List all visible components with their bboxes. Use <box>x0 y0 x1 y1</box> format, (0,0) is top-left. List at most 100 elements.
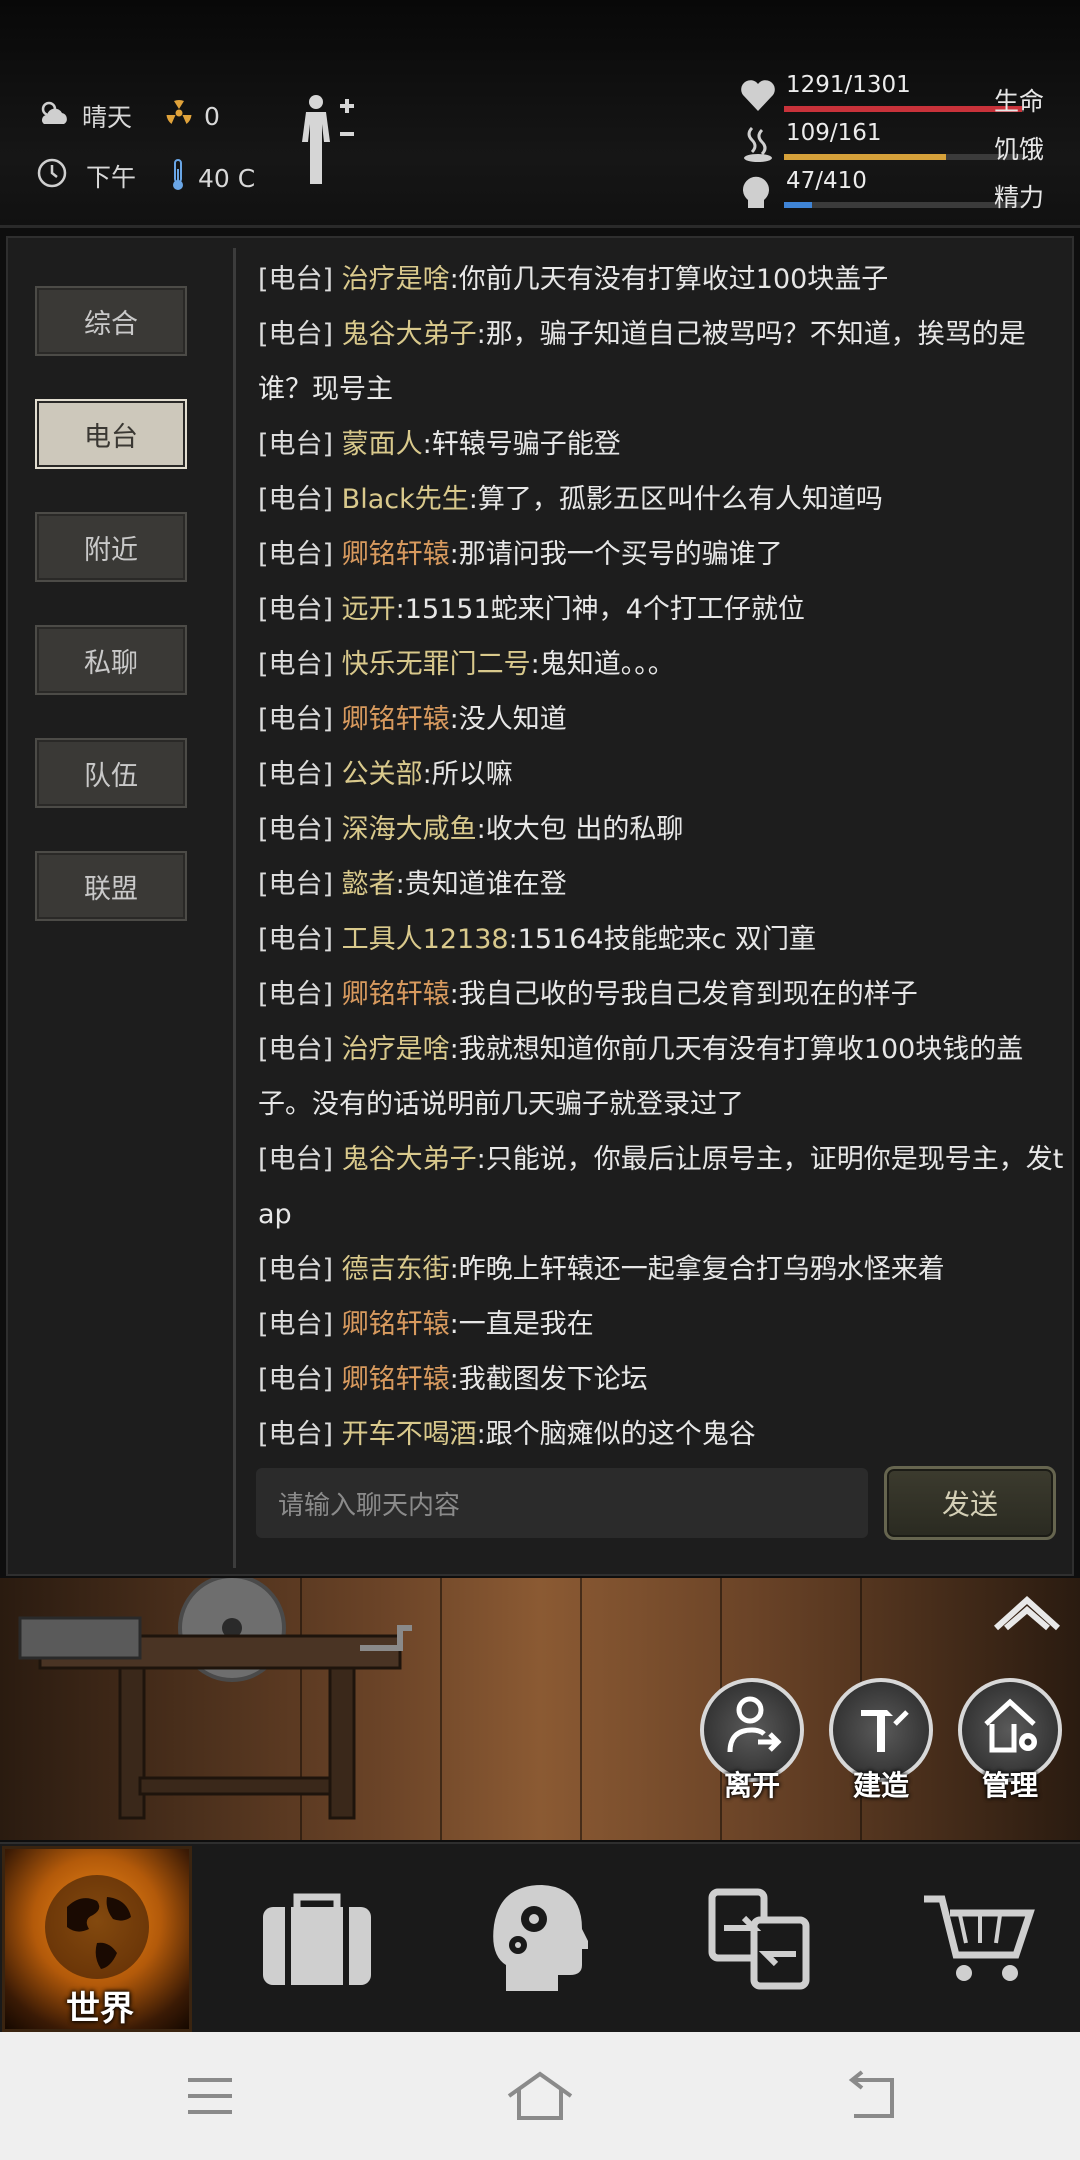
message-sender[interactable]: 懿者 <box>342 869 396 900</box>
message-text: :一直是我在 <box>449 1309 594 1340</box>
message-sender[interactable]: 卿铭轩辕 <box>342 704 450 735</box>
chat-message[interactable]: [电台] 公关部:所以嘛 <box>258 747 1068 802</box>
energy-value: 47/410 <box>786 168 867 194</box>
message-sender[interactable]: 卿铭轩辕 <box>342 539 450 570</box>
time-indicator: 下午 <box>36 157 136 195</box>
message-sender[interactable]: 治疗是啥 <box>342 264 450 295</box>
build-label: 建造 <box>852 1769 909 1802</box>
chat-message[interactable]: [电台] 工具人12138:15164技能蛇来c 双门童 <box>258 912 1068 967</box>
body-icon <box>302 95 354 184</box>
message-sender[interactable]: 德吉东街 <box>342 1254 450 1285</box>
bottom-nav: 世界 <box>0 1842 1080 2034</box>
tab-alliance[interactable]: 联盟 <box>35 851 187 921</box>
health-label: 生命 <box>994 87 1045 116</box>
back-icon[interactable] <box>840 2066 900 2126</box>
tab-divider <box>233 248 236 1568</box>
message-sender[interactable]: 公关部 <box>342 759 423 790</box>
message-sender[interactable]: Black先生 <box>342 484 469 515</box>
message-channel: [电台] <box>258 1419 334 1450</box>
message-sender[interactable]: 开车不喝酒 <box>342 1419 477 1450</box>
message-sender[interactable]: 快乐无罪门二号 <box>342 649 531 680</box>
chat-message[interactable]: [电台] 卿铭轩辕:那请问我一个买号的骗谁了 <box>258 527 1068 582</box>
send-button[interactable]: 发送 <box>884 1466 1056 1540</box>
home-icon[interactable] <box>505 2066 575 2126</box>
message-sender[interactable]: 鬼谷大弟子 <box>342 319 477 350</box>
message-text: :轩辕号骗子能登 <box>422 429 621 460</box>
message-sender[interactable]: 深海大咸鱼 <box>342 814 477 845</box>
menu-icon[interactable] <box>180 2066 240 2126</box>
chat-message[interactable]: [电台] 治疗是啥:我就想知道你前几天有没有打算收100块钱的盖子。没有的话说明… <box>258 1022 1068 1132</box>
body-status-button[interactable] <box>292 90 372 190</box>
message-text: :你前几天有没有打算收过100块盖子 <box>449 264 889 295</box>
health-value: 1291/1301 <box>786 72 911 98</box>
message-channel: [电台] <box>258 484 334 515</box>
chat-message[interactable]: [电台] 鬼谷大弟子:那，骗子知道自己被骂吗？不知道，挨骂的是谁？现号主 <box>258 307 1068 417</box>
health-bar <box>784 106 1024 112</box>
weather-text: 晴天 <box>82 103 133 132</box>
tab-nearby[interactable]: 附近 <box>35 512 187 582</box>
chat-message[interactable]: [电台] 鬼谷大弟子:只能说，你最后让原号主，证明你是现号主，发tap <box>258 1132 1068 1242</box>
chat-message[interactable]: [电台] 快乐无罪门二号:鬼知道。。。 <box>258 637 1068 692</box>
manage-label: 管理 <box>981 1769 1038 1802</box>
tab-general[interactable]: 综合 <box>35 286 187 356</box>
chat-message[interactable]: [电台] 治疗是啥:你前几天有没有打算收过100块盖子 <box>258 252 1068 307</box>
nav-world[interactable]: 世界 <box>2 1846 192 2032</box>
message-text: :没人知道 <box>449 704 567 735</box>
message-channel: [电台] <box>258 1254 334 1285</box>
message-sender[interactable]: 蒙面人 <box>342 429 423 460</box>
message-sender[interactable]: 卿铭轩辕 <box>342 1364 450 1395</box>
chat-input-placeholder: 请输入聊天内容 <box>278 1490 461 1521</box>
chat-message[interactable]: [电台] 卿铭轩辕:没人知道 <box>258 692 1068 747</box>
chat-message[interactable]: [电台] 蒙面人:轩辕号骗子能登 <box>258 417 1068 472</box>
hunger-label: 饥饿 <box>994 135 1045 164</box>
energy-label: 精力 <box>994 183 1045 212</box>
message-channel: [电台] <box>258 924 334 955</box>
heart-icon <box>738 76 778 116</box>
nav-skills[interactable] <box>443 1844 633 2034</box>
message-text: :算了，孤影五区叫什么有人知道吗 <box>468 484 883 515</box>
message-channel: [电台] <box>258 1144 334 1175</box>
chat-input[interactable]: 请输入聊天内容 <box>256 1468 868 1538</box>
energy-bar <box>784 202 1024 208</box>
message-channel: [电台] <box>258 759 334 790</box>
nav-world-label: 世界 <box>66 1989 134 2029</box>
message-sender[interactable]: 鬼谷大弟子 <box>342 1144 477 1175</box>
suitcase-icon <box>263 1893 371 1985</box>
chevron-up-icon[interactable] <box>992 1592 1062 1632</box>
message-sender[interactable]: 治疗是啥 <box>342 1034 450 1065</box>
chat-message[interactable]: [电台] 卿铭轩辕:我自己收的号我自己发育到现在的样子 <box>258 967 1068 1022</box>
message-channel: [电台] <box>258 319 334 350</box>
nav-shop[interactable] <box>885 1844 1075 2034</box>
message-text: :15164技能蛇来c 双门童 <box>508 924 816 955</box>
steam-icon <box>738 124 778 164</box>
message-sender[interactable]: 卿铭轩辕 <box>342 979 450 1010</box>
chat-message[interactable]: [电台] 懿者:贵知道谁在登 <box>258 857 1068 912</box>
system-navigation-bar <box>0 2032 1080 2160</box>
chat-message[interactable]: [电台] 卿铭轩辕:我截图发下论坛 <box>258 1352 1068 1407</box>
health-meter: 1291/1301 生命 <box>738 72 1058 116</box>
status-bar: 晴天 0 下午 40 C 1291/1301 生命 109/161 饥饿 47/… <box>0 0 1080 228</box>
message-text: :我截图发下论坛 <box>449 1364 648 1395</box>
chat-message[interactable]: [电台] 德吉东街:昨晚上轩辕还一起拿复合打乌鸦水怪来着 <box>258 1242 1068 1297</box>
tab-radio[interactable]: 电台 <box>35 399 187 469</box>
chat-message[interactable]: [电台] Black先生:算了，孤影五区叫什么有人知道吗 <box>258 472 1068 527</box>
message-channel: [电台] <box>258 264 334 295</box>
chat-message[interactable]: [电台] 开车不喝酒:跟个脑瘫似的这个鬼谷 <box>258 1407 1068 1462</box>
chat-message[interactable]: [电台] 远开:15151蛇来门神，4个打工仔就位 <box>258 582 1068 637</box>
chat-message[interactable]: [电台] 深海大咸鱼:收大包 出的私聊 <box>258 802 1068 857</box>
message-list[interactable]: [电台] 治疗是啥:你前几天有没有打算收过100块盖子 [电台] 鬼谷大弟子:那，… <box>258 252 1068 1462</box>
chat-message[interactable]: [电台] 卿铭轩辕:一直是我在 <box>258 1297 1068 1352</box>
weather-icon <box>36 98 82 134</box>
energy-meter: 47/410 精力 <box>738 168 1058 212</box>
tab-team[interactable]: 队伍 <box>35 738 187 808</box>
nav-inventory[interactable] <box>222 1844 412 2034</box>
message-text: :所以嘛 <box>422 759 513 790</box>
nav-trade[interactable] <box>664 1844 854 2034</box>
message-sender[interactable]: 远开 <box>342 594 396 625</box>
message-sender[interactable]: 工具人12138 <box>342 924 509 955</box>
message-channel: [电台] <box>258 1034 334 1065</box>
message-sender[interactable]: 卿铭轩辕 <box>342 1309 450 1340</box>
tab-private[interactable]: 私聊 <box>35 625 187 695</box>
message-text: :鬼知道。。。 <box>530 649 675 680</box>
message-text: :贵知道谁在登 <box>395 869 567 900</box>
